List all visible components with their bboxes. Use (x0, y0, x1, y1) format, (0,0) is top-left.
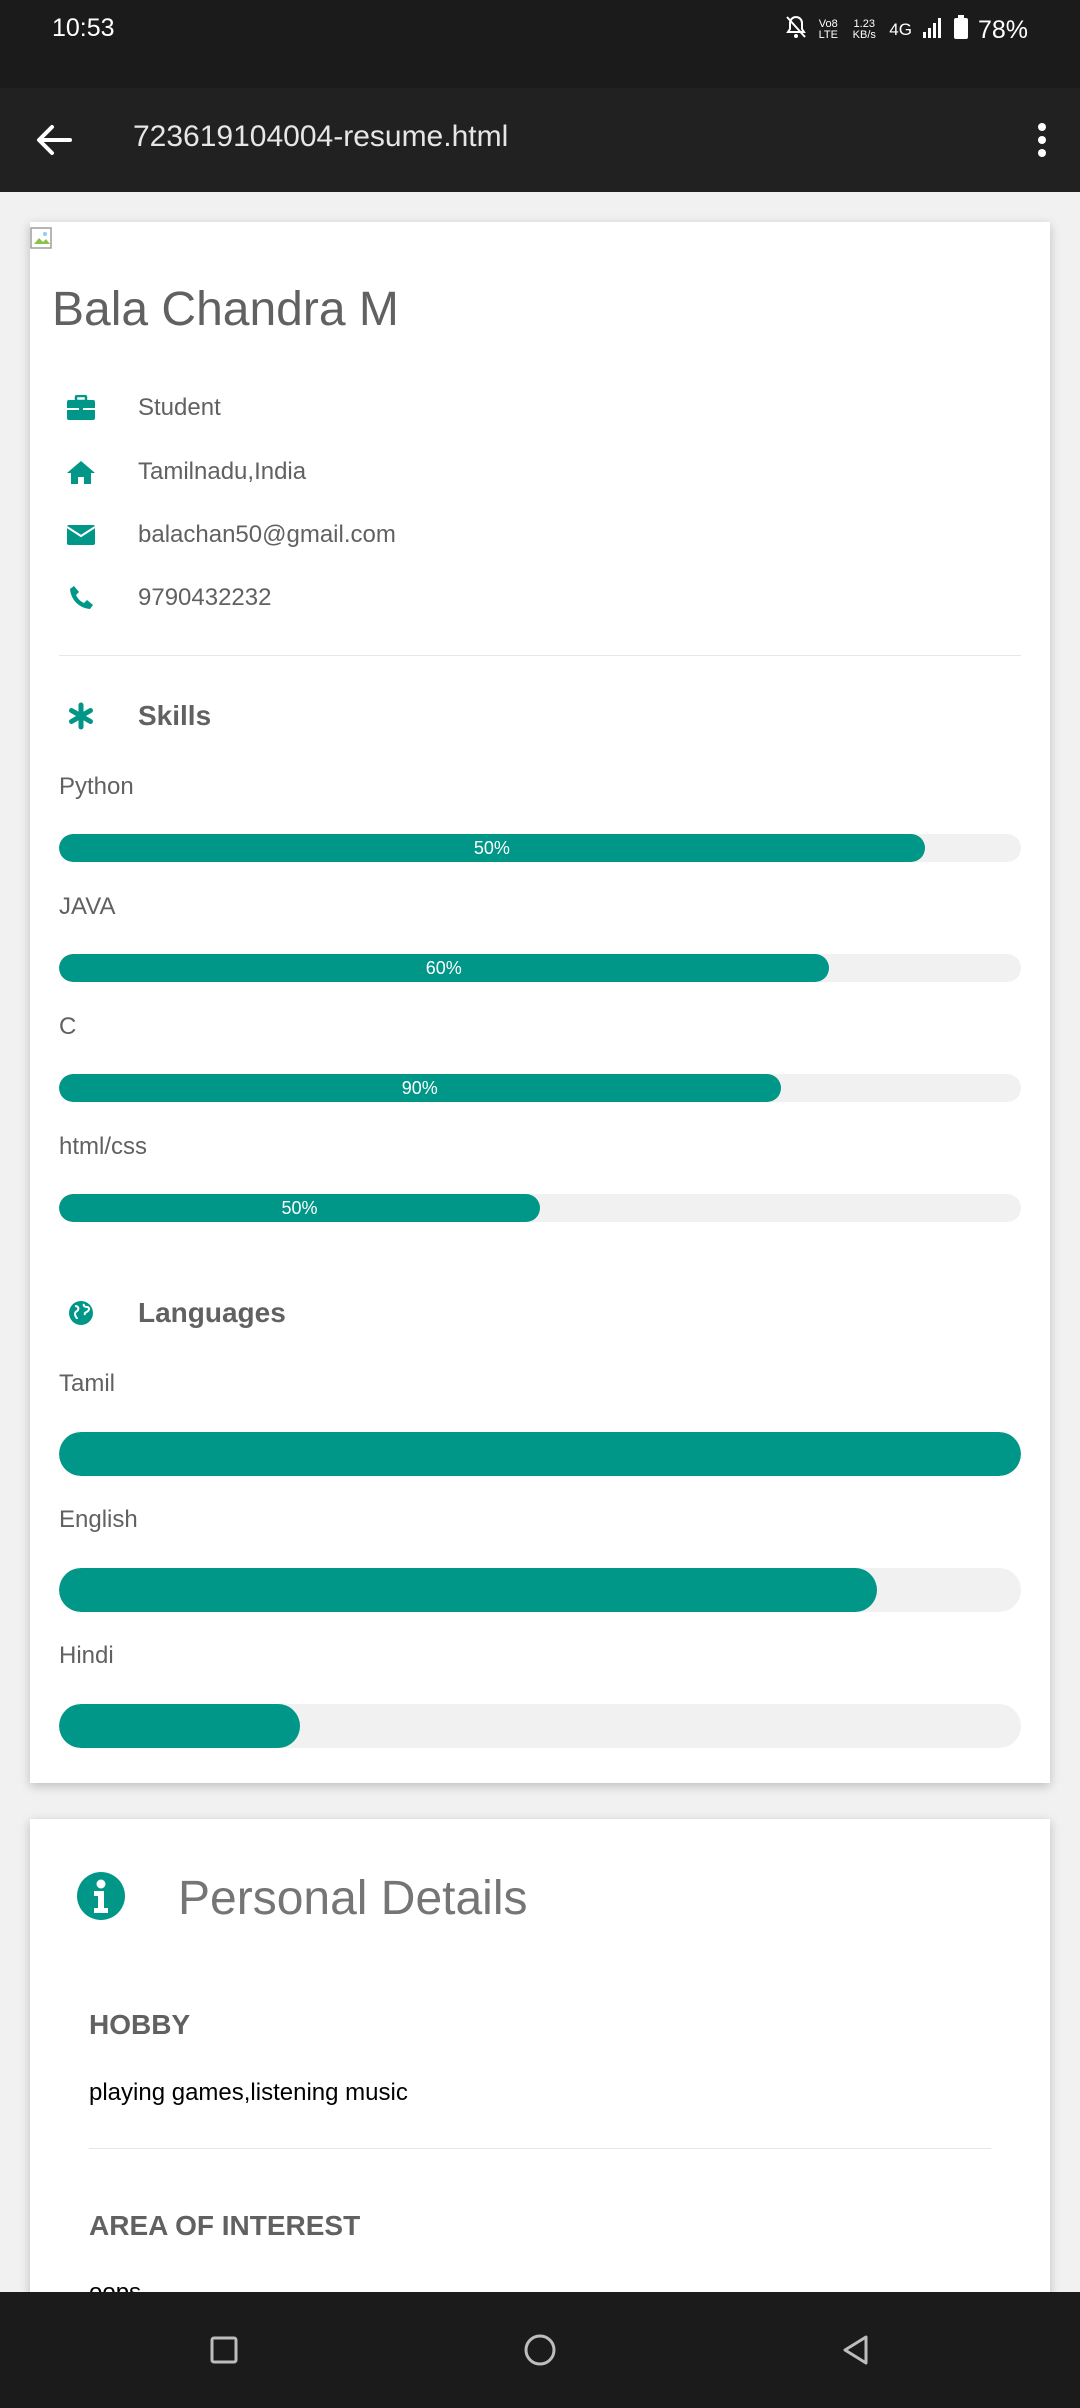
back-button[interactable] (32, 118, 76, 162)
info-text: balachan50@gmail.com (138, 521, 396, 548)
more-options-button[interactable] (1024, 118, 1060, 162)
skill-bar-fill: 50% (59, 1194, 540, 1222)
info-text: 9790432232 (138, 584, 272, 611)
skills-title: Skills (138, 700, 212, 731)
languages-heading: Languages (59, 1291, 286, 1335)
recents-button[interactable] (204, 2330, 244, 2370)
info-text: Student (138, 394, 221, 421)
status-time: 10:53 (52, 14, 115, 42)
globe-icon (59, 1291, 103, 1335)
circle-icon (524, 2334, 556, 2366)
battery-icon (953, 14, 968, 46)
language-label: Tamil (59, 1370, 116, 1397)
system-nav-bar (0, 2292, 1080, 2408)
envelope-icon (59, 515, 103, 555)
skill-bar: 90% (59, 1074, 1021, 1102)
phone-icon (59, 578, 103, 618)
home-button[interactable] (520, 2330, 560, 2370)
language-bar (59, 1704, 1021, 1748)
skill-label: JAVA (59, 893, 116, 920)
personal-details-card: Personal Details HOBBY playing games,lis… (30, 1819, 1050, 2339)
skill-label: Python (59, 773, 134, 800)
system-back-button[interactable] (836, 2330, 876, 2370)
app-bar: 723619104004-resume.html (0, 88, 1080, 192)
mute-bell-icon (785, 15, 807, 46)
triangle-back-icon (843, 2335, 868, 2365)
hobby-label: HOBBY (89, 2009, 191, 2040)
page-title: 723619104004-resume.html (133, 120, 509, 153)
skill-bar-fill: 50% (59, 834, 925, 862)
info-row-job: Student (59, 388, 221, 428)
skill-bar-fill: 60% (59, 954, 829, 982)
language-label: Hindi (59, 1642, 114, 1669)
language-bar-fill (59, 1704, 300, 1748)
info-text: Tamilnadu,India (138, 458, 307, 485)
divider (89, 2148, 991, 2149)
battery-level: 78% (977, 15, 1028, 44)
status-bar: 10:53 Vo8 LTE 1.23 KB/s 4G 78% (0, 0, 1080, 88)
network-type: 4G (889, 20, 912, 39)
status-icons: Vo8 LTE 1.23 KB/s 4G 78% (785, 14, 1028, 46)
asterisk-icon (59, 694, 103, 738)
info-circle-icon (76, 1871, 126, 1926)
divider (59, 655, 1021, 656)
volte-indicator: Vo8 LTE (818, 18, 838, 41)
skill-label: C (59, 1013, 77, 1040)
skill-bar: 60% (59, 954, 1021, 982)
language-bar (59, 1568, 1021, 1612)
skill-label: html/css (59, 1133, 148, 1160)
languages-title: Languages (138, 1297, 286, 1328)
skills-heading: Skills (59, 694, 211, 738)
profile-card: Bala Chandra M Student Tamilnadu,India b… (30, 222, 1050, 1783)
broken-image-icon (30, 227, 52, 249)
home-icon (59, 452, 103, 492)
personal-details-title: Personal Details (178, 1872, 528, 1925)
briefcase-icon (59, 388, 103, 428)
language-bar (59, 1432, 1021, 1476)
arrow-left-icon (37, 125, 72, 155)
network-speed: 1.23 KB/s (852, 18, 876, 41)
signal-icon (922, 16, 944, 45)
language-bar-fill (59, 1432, 1021, 1476)
profile-name: Bala Chandra M (52, 283, 399, 336)
skill-bar: 50% (59, 834, 1021, 862)
info-row-location: Tamilnadu,India (59, 452, 306, 492)
skill-bar-fill: 90% (59, 1074, 781, 1102)
hobby-value: playing games,listening music (89, 2079, 408, 2106)
square-icon (210, 2336, 238, 2364)
interest-label: AREA OF INTEREST (89, 2210, 361, 2241)
personal-details-heading: Personal Details (76, 1871, 528, 1926)
more-vert-icon (1038, 123, 1046, 157)
skill-bar: 50% (59, 1194, 1021, 1222)
language-bar-fill (59, 1568, 877, 1612)
info-row-email: balachan50@gmail.com (59, 515, 396, 555)
language-label: English (59, 1506, 138, 1533)
info-row-phone: 9790432232 (59, 578, 271, 618)
